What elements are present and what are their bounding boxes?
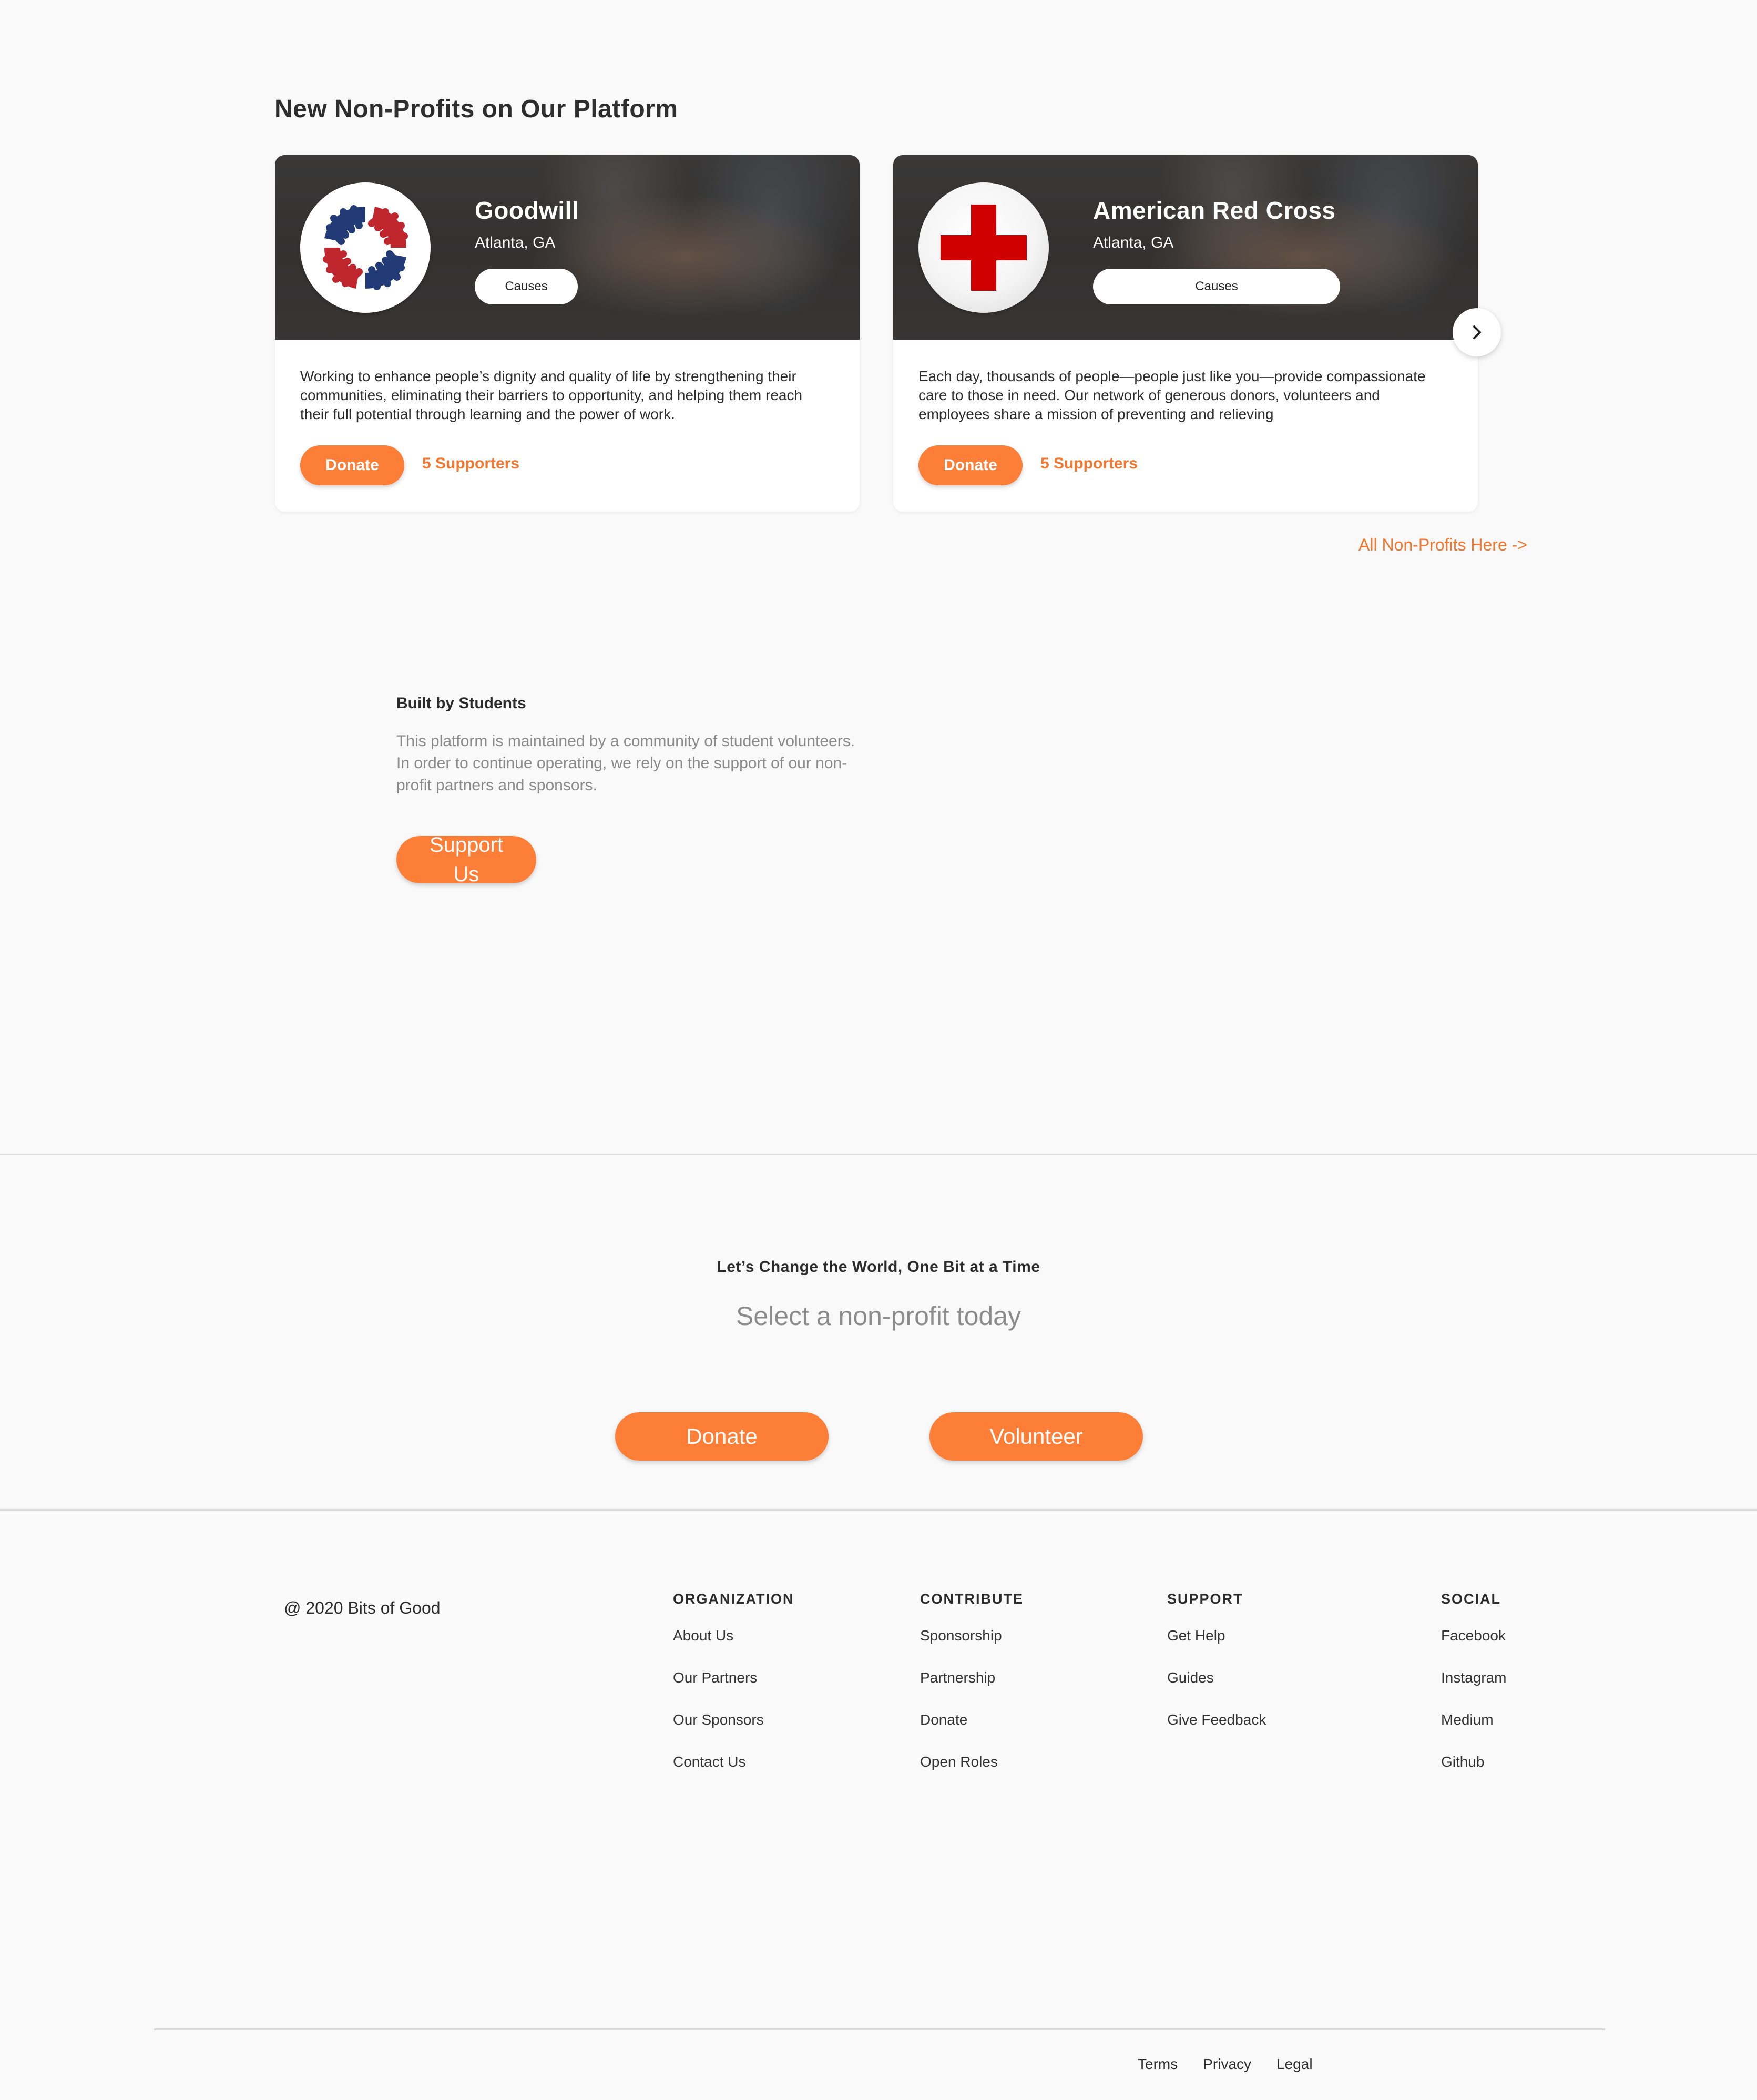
terms-link[interactable]: Terms (1138, 2056, 1178, 2073)
footer-divider (154, 2028, 1605, 2030)
nonprofit-card-goodwill[interactable]: Goodwill Atlanta, GA Causes Working to e… (275, 155, 860, 512)
cta-donate-button[interactable]: Donate (615, 1412, 829, 1461)
footer-column-contribute: CONTRIBUTE Sponsorship Partnership Donat… (920, 1591, 1024, 1796)
footer-column-organization: ORGANIZATION About Us Our Partners Our S… (673, 1591, 794, 1796)
supporters-count[interactable]: 5 Supporters (422, 455, 519, 473)
footer-column-heading: ORGANIZATION (673, 1591, 794, 1607)
footer-column-social: SOCIAL Facebook Instagram Medium Github (1441, 1591, 1507, 1796)
org-description: Working to enhance people’s dignity and … (300, 368, 803, 422)
built-by-students-title: Built by Students (396, 695, 526, 712)
footer-link[interactable]: Donate (920, 1711, 1024, 1754)
legal-link[interactable]: Legal (1276, 2056, 1313, 2073)
footer-link[interactable]: Medium (1441, 1711, 1507, 1754)
causes-button[interactable]: Causes (475, 269, 578, 304)
supporters-count[interactable]: 5 Supporters (1040, 455, 1138, 473)
all-nonprofits-link[interactable]: All Non-Profits Here -> (1358, 535, 1527, 555)
legal-links: Terms Privacy Legal (1138, 2056, 1313, 2073)
hands-logo-icon (300, 182, 431, 313)
cta-subtitle: Select a non-profit today (736, 1301, 1021, 1331)
org-location: Atlanta, GA (1093, 234, 1174, 251)
footer-link[interactable]: Open Roles (920, 1754, 1024, 1796)
org-location: Atlanta, GA (475, 234, 556, 251)
footer-link[interactable]: Give Feedback (1167, 1711, 1266, 1754)
cta-volunteer-button[interactable]: Volunteer (929, 1412, 1143, 1461)
footer-column-heading: SUPPORT (1167, 1591, 1243, 1607)
built-by-students-text: This platform is maintained by a communi… (396, 732, 855, 794)
nonprofit-card-red-cross[interactable]: American Red Cross Atlanta, GA Causes Ea… (893, 155, 1478, 512)
footer-link[interactable]: Facebook (1441, 1627, 1507, 1669)
org-name[interactable]: Goodwill (475, 196, 579, 225)
org-name[interactable]: American Red Cross (1093, 196, 1336, 225)
footer-column-support: SUPPORT Get Help Guides Give Feedback (1167, 1591, 1266, 1754)
org-description: Each day, thousands of people—people jus… (918, 368, 1426, 422)
section-divider (0, 1154, 1757, 1155)
footer-link[interactable]: Contact Us (673, 1754, 794, 1796)
footer-column-heading: SOCIAL (1441, 1591, 1501, 1607)
footer-link[interactable]: Our Sponsors (673, 1711, 794, 1754)
footer-link[interactable]: Github (1441, 1754, 1507, 1796)
donate-button[interactable]: Donate (918, 445, 1023, 485)
carousel-next-button[interactable] (1453, 308, 1501, 356)
support-us-button[interactable]: Support Us (396, 833, 536, 886)
footer-copyright: @ 2020 Bits of Good (284, 1598, 441, 1617)
cta-title: Let’s Change the World, One Bit at a Tim… (717, 1258, 1040, 1276)
section-divider (0, 1509, 1757, 1511)
privacy-link[interactable]: Privacy (1203, 2056, 1251, 2073)
footer-link[interactable]: Our Partners (673, 1669, 794, 1711)
chevron-right-icon (1473, 325, 1481, 339)
footer-link[interactable]: Instagram (1441, 1669, 1507, 1711)
footer-link[interactable]: Partnership (920, 1669, 1024, 1711)
footer-link[interactable]: About Us (673, 1627, 794, 1669)
section-title: New Non-Profits on Our Platform (274, 95, 678, 123)
donate-button[interactable]: Donate (300, 445, 404, 485)
causes-button[interactable]: Causes (1093, 269, 1340, 304)
footer-link[interactable]: Guides (1167, 1669, 1266, 1711)
footer-link[interactable]: Get Help (1167, 1627, 1266, 1669)
footer-column-heading: CONTRIBUTE (920, 1591, 1024, 1607)
footer-link[interactable]: Sponsorship (920, 1627, 1024, 1669)
red-cross-logo-icon (918, 182, 1049, 313)
